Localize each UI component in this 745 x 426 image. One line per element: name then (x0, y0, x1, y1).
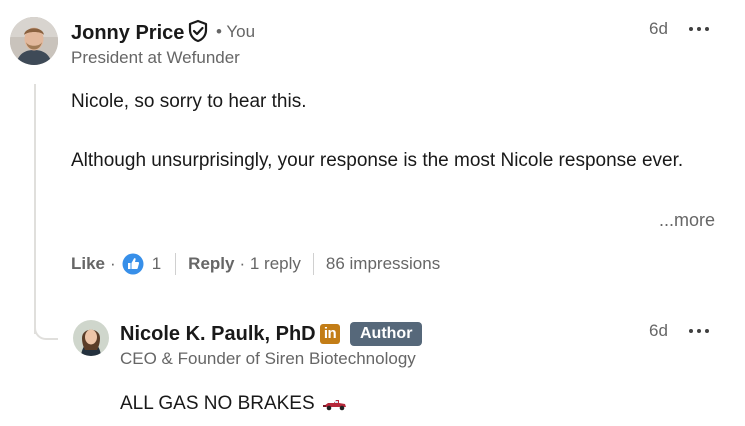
comment-author-name[interactable]: Jonny Price (71, 22, 184, 45)
thread-line-curve (34, 316, 58, 340)
author-badge: Author (350, 322, 423, 346)
comment-author-relation: • You (216, 22, 256, 41)
verified-shield-icon (187, 19, 209, 43)
thumbs-up-reaction-icon[interactable] (122, 253, 144, 275)
linkedin-premium-icon: in (320, 324, 340, 344)
comment-body-line2: Although unsurprisingly, your response i… (71, 150, 684, 171)
comment-more-options-icon[interactable] (689, 26, 711, 32)
impressions-count[interactable]: 86 impressions (326, 254, 440, 274)
reply-more-options-icon[interactable] (689, 328, 711, 334)
comment-timestamp: 6d (649, 19, 668, 38)
person-avatar-icon (73, 320, 109, 356)
reply-body: ALL GAS NO BRAKES (120, 389, 347, 418)
reply-author-name[interactable]: Nicole K. Paulk, PhD (120, 323, 316, 346)
like-separator: · (110, 254, 116, 273)
reply-avatar[interactable] (73, 320, 109, 356)
reply-button[interactable]: Reply (188, 254, 234, 274)
comment-body-line1: Nicole, so sorry to hear this. (71, 91, 307, 112)
reply-count[interactable]: · 1 reply (239, 254, 300, 274)
action-bar: Like · 1 Reply · 1 reply 86 impressions (71, 252, 440, 276)
action-divider (312, 253, 314, 275)
reply-author-headline: CEO & Founder of Siren Biotechnology (120, 349, 416, 368)
reply-body-text: ALL GAS NO BRAKES (120, 393, 315, 414)
avatar[interactable] (10, 17, 58, 65)
action-divider (175, 253, 177, 275)
comment-author-headline: President at Wefunder (71, 48, 240, 67)
thread-line (34, 84, 36, 334)
like-count[interactable]: 1 (152, 254, 161, 274)
like-button[interactable]: Like (71, 254, 105, 274)
see-more-link[interactable]: ...more (659, 210, 715, 231)
race-car-icon (322, 397, 347, 411)
reply-timestamp: 6d (649, 321, 668, 340)
person-avatar-icon (10, 17, 58, 65)
